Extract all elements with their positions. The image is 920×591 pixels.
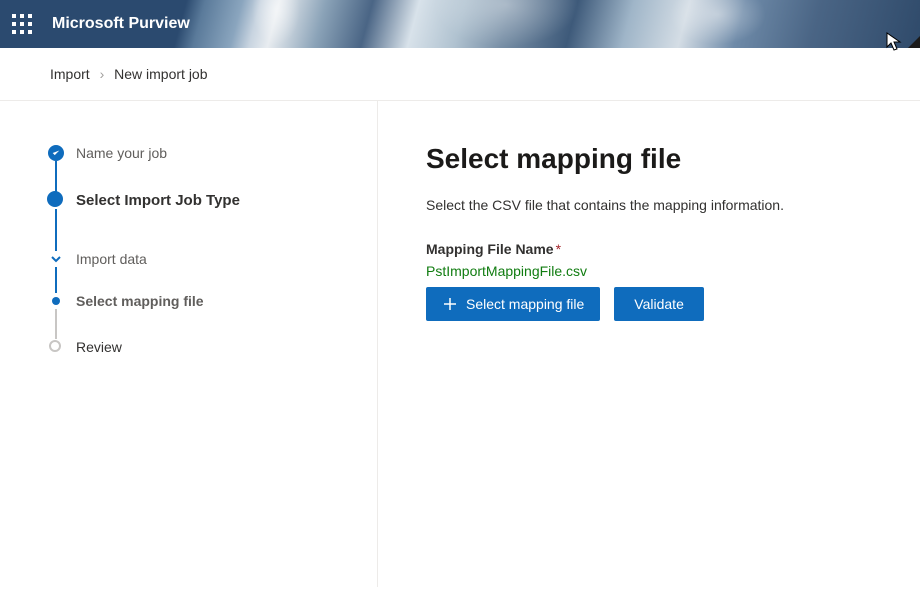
select-mapping-file-button[interactable]: Select mapping file [426, 287, 600, 321]
page-description: Select the CSV file that contains the ma… [426, 197, 920, 213]
step-label: Select Import Job Type [76, 191, 240, 211]
app-launcher-icon[interactable] [12, 14, 32, 34]
step-review[interactable]: Review [48, 337, 377, 357]
content-body: Name your job Select Import Job Type Imp… [0, 101, 920, 587]
mapping-file-field: Mapping File Name* [426, 241, 920, 257]
current-step-icon [47, 191, 63, 207]
chevron-right-icon: › [100, 66, 105, 82]
selected-file-name: PstImportMappingFile.csv [426, 263, 920, 279]
check-icon [48, 145, 64, 161]
chevron-down-icon [48, 251, 64, 267]
step-label: Import data [76, 249, 147, 269]
step-label: Select mapping file [76, 291, 204, 311]
step-select-mapping-file[interactable]: Select mapping file [48, 291, 377, 337]
button-label: Validate [634, 296, 684, 312]
cursor-icon [886, 32, 902, 52]
plus-icon [442, 296, 458, 312]
step-label: Name your job [76, 143, 167, 163]
future-step-icon [49, 340, 61, 352]
current-substep-icon [52, 297, 60, 305]
step-name-your-job[interactable]: Name your job [48, 143, 377, 191]
breadcrumb-current: New import job [114, 66, 207, 82]
wizard-stepper: Name your job Select Import Job Type Imp… [0, 101, 378, 587]
page-title: Select mapping file [426, 143, 920, 175]
step-import-data[interactable]: Import data [48, 249, 377, 291]
step-label: Review [76, 337, 122, 357]
required-indicator: * [556, 241, 561, 257]
app-header: Microsoft Purview [0, 0, 920, 48]
field-label: Mapping File Name [426, 241, 554, 257]
main-panel: Select mapping file Select the CSV file … [378, 101, 920, 587]
validate-button[interactable]: Validate [614, 287, 704, 321]
breadcrumb-root[interactable]: Import [50, 66, 90, 82]
breadcrumb: Import › New import job [0, 48, 920, 101]
button-label: Select mapping file [466, 296, 584, 312]
app-title: Microsoft Purview [52, 15, 190, 33]
step-select-import-job-type[interactable]: Select Import Job Type [48, 191, 377, 249]
resize-corner-icon [908, 36, 920, 48]
